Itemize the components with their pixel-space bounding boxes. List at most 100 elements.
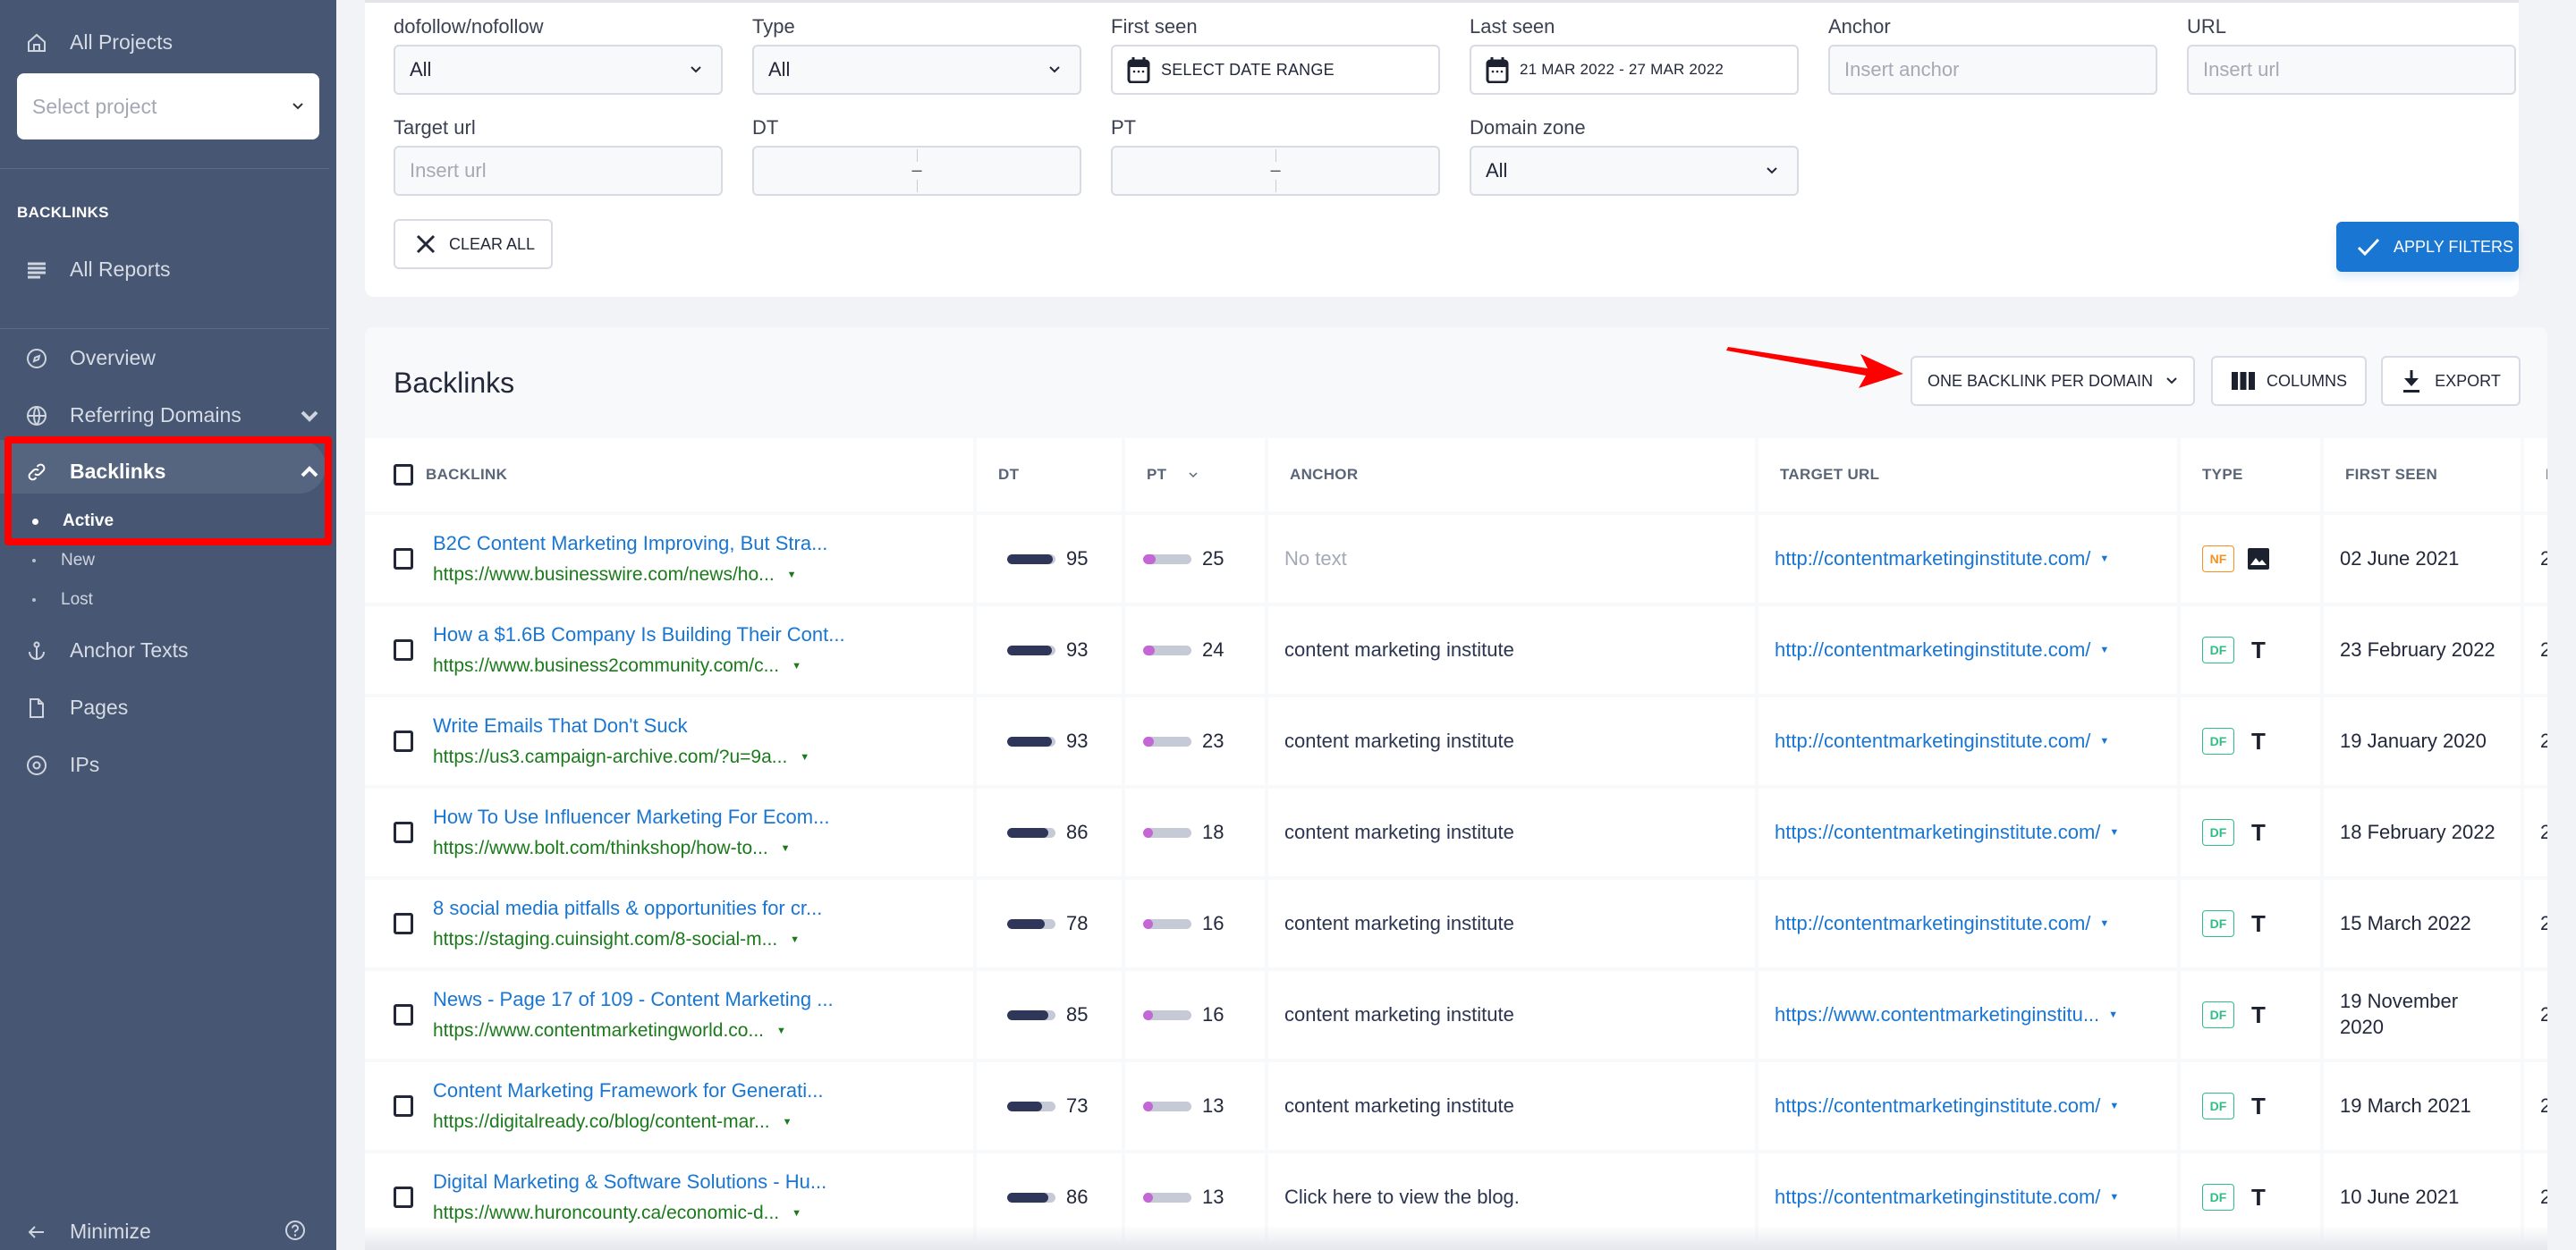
clear-all-button[interactable]: CLEAR ALL bbox=[394, 219, 553, 269]
row-checkbox[interactable] bbox=[394, 731, 413, 752]
column-header-first-seen[interactable]: FIRST SEEN bbox=[2324, 438, 2521, 511]
download-icon bbox=[2403, 370, 2420, 393]
pt-value: 25 bbox=[1202, 547, 1224, 570]
sidebar-item-referring-domains[interactable]: Referring Domains bbox=[25, 403, 318, 427]
sidebar-item-pages[interactable]: Pages bbox=[25, 696, 128, 720]
row-checkbox[interactable] bbox=[394, 1187, 413, 1208]
sidebar-item-anchor-texts[interactable]: Anchor Texts bbox=[25, 638, 189, 663]
pt-bar-fill bbox=[1143, 827, 1153, 838]
backlink-title-link[interactable]: Digital Marketing & Software Solutions -… bbox=[433, 1170, 826, 1194]
domain-zone-select[interactable]: All bbox=[1470, 146, 1799, 196]
backlink-title-link[interactable]: 8 social media pitfalls & opportunities … bbox=[433, 897, 822, 920]
target-url-link[interactable]: https://www.contentmarketinginstitu... ▼ bbox=[1758, 1003, 2118, 1026]
last-seen-date-picker[interactable]: 21 MAR 2022 - 27 MAR 2022 bbox=[1470, 45, 1799, 95]
anchor-label: Anchor bbox=[1828, 15, 1891, 38]
backlink-title-link[interactable]: B2C Content Marketing Improving, But Str… bbox=[433, 532, 827, 555]
image-icon bbox=[2247, 547, 2270, 570]
row-checkbox[interactable] bbox=[394, 1004, 413, 1026]
target-url-label: Target url bbox=[394, 116, 476, 139]
select-all-checkbox[interactable] bbox=[394, 464, 413, 486]
row-checkbox[interactable] bbox=[394, 913, 413, 934]
target-url-link[interactable]: https://contentmarketinginstitute.com/ ▼ bbox=[1758, 1094, 2119, 1118]
sidebar-subitem-new[interactable]: New bbox=[32, 551, 95, 570]
backlink-cell: Content Marketing Framework for Generati… bbox=[365, 1062, 973, 1150]
column-header-backlink[interactable]: BACKLINK bbox=[365, 438, 973, 511]
backlink-title-link[interactable]: News - Page 17 of 109 - Content Marketin… bbox=[433, 988, 834, 1011]
sidebar-subitem-lost[interactable]: Lost bbox=[32, 590, 93, 610]
last-seen-cell: 21 bbox=[2524, 1062, 2547, 1150]
sidebar-item-overview[interactable]: Overview bbox=[25, 346, 156, 370]
column-header-dt[interactable]: DT bbox=[977, 438, 1122, 511]
backlink-title-link[interactable]: How To Use Influencer Marketing For Ecom… bbox=[433, 806, 829, 829]
sidebar-subitem-active[interactable]: Active bbox=[32, 511, 114, 531]
row-checkbox[interactable] bbox=[394, 639, 413, 661]
target-url-placeholder: Insert url bbox=[410, 159, 487, 182]
backlink-url-link[interactable]: https://www.huroncounty.ca/economic-d...… bbox=[433, 1203, 826, 1224]
anchor-input[interactable]: Insert anchor bbox=[1828, 45, 2157, 95]
backlink-url-link[interactable]: https://www.business2community.com/c... ▼ bbox=[433, 655, 845, 677]
dofollow-select[interactable]: All bbox=[394, 45, 723, 95]
row-checkbox[interactable] bbox=[394, 822, 413, 843]
column-header-anchor[interactable]: ANCHOR bbox=[1268, 438, 1755, 511]
anchor-text: No text bbox=[1284, 547, 1347, 570]
target-url-input[interactable]: Insert url bbox=[394, 146, 723, 196]
target-url-link[interactable]: http://contentmarketinginstitute.com/ ▼ bbox=[1758, 547, 2109, 570]
url-input[interactable]: Insert url bbox=[2187, 45, 2516, 95]
column-header-target-url[interactable]: TARGET URL bbox=[1758, 438, 2177, 511]
pt-value: 23 bbox=[1202, 730, 1224, 752]
last-seen-value: 21 MAR 2022 - 27 MAR 2022 bbox=[1520, 61, 1724, 78]
backlink-title-link[interactable]: How a $1.6B Company Is Building Their Co… bbox=[433, 623, 845, 646]
row-checkbox[interactable] bbox=[394, 1095, 413, 1117]
sidebar-item-all-reports[interactable]: All Reports bbox=[25, 258, 170, 282]
apply-filters-button[interactable]: APPLY FILTERS bbox=[2336, 222, 2519, 272]
dofollow-label: dofollow/nofollow bbox=[394, 15, 544, 38]
columns-icon bbox=[2231, 372, 2255, 390]
type-select[interactable]: All bbox=[752, 45, 1081, 95]
first-seen-date-picker[interactable]: SELECT DATE RANGE bbox=[1111, 45, 1440, 95]
type-cell: DF T bbox=[2181, 606, 2320, 694]
export-button[interactable]: EXPORT bbox=[2381, 356, 2521, 406]
sidebar-item-ips[interactable]: IPs bbox=[25, 753, 99, 777]
anchor-text: content marketing institute bbox=[1284, 638, 1514, 661]
column-header-type[interactable]: TYPE bbox=[2181, 438, 2320, 511]
all-projects-link[interactable]: All Projects bbox=[25, 30, 173, 55]
chevron-down-icon bbox=[301, 410, 318, 422]
backlink-title-link[interactable]: Content Marketing Framework for Generati… bbox=[433, 1079, 824, 1102]
target-url-link[interactable]: https://contentmarketinginstitute.com/ ▼ bbox=[1758, 1186, 2119, 1209]
sort-chevron-icon bbox=[1189, 472, 1198, 478]
backlink-cell: How To Use Influencer Marketing For Ecom… bbox=[365, 789, 973, 876]
sidebar-divider bbox=[0, 168, 329, 169]
target-url-link[interactable]: http://contentmarketinginstitute.com/ ▼ bbox=[1758, 638, 2109, 662]
last-seen-date: 25 bbox=[2540, 1003, 2547, 1026]
dt-bar bbox=[1007, 1009, 1055, 1020]
target-url-link[interactable]: http://contentmarketinginstitute.com/ ▼ bbox=[1758, 730, 2109, 753]
anchor-cell: content marketing institute bbox=[1268, 697, 1755, 785]
sidebar-item-backlinks[interactable]: Backlinks bbox=[25, 460, 318, 484]
one-backlink-per-domain-dropdown[interactable]: ONE BACKLINK PER DOMAIN bbox=[1911, 356, 2195, 406]
backlink-title-link[interactable]: Write Emails That Don't Suck bbox=[433, 714, 809, 738]
dt-range-input[interactable]: – bbox=[752, 146, 1081, 196]
columns-button[interactable]: COLUMNS bbox=[2211, 356, 2367, 406]
minimize-button[interactable]: Minimize bbox=[25, 1220, 311, 1244]
target-url-link[interactable]: https://contentmarketinginstitute.com/ ▼ bbox=[1758, 821, 2119, 844]
pt-bar bbox=[1143, 645, 1191, 655]
type-cell: NF bbox=[2181, 515, 2320, 603]
type-cell: DF T bbox=[2181, 1062, 2320, 1150]
backlink-url-link[interactable]: https://us3.campaign-archive.com/?u=9a..… bbox=[433, 747, 809, 768]
first-seen-cell: 02 June 2021 bbox=[2324, 515, 2521, 603]
backlink-url-link[interactable]: https://www.contentmarketingworld.co... ▼ bbox=[433, 1020, 834, 1042]
pt-value: 24 bbox=[1202, 638, 1224, 661]
column-header-pt[interactable]: PT bbox=[1125, 438, 1265, 511]
backlink-url-link[interactable]: https://digitalready.co/blog/content-mar… bbox=[433, 1111, 824, 1133]
target-url-cell: https://www.contentmarketinginstitu... ▼ bbox=[1758, 971, 2177, 1059]
project-select[interactable]: Select project bbox=[17, 73, 319, 139]
pt-range-input[interactable]: – bbox=[1111, 146, 1440, 196]
backlink-url-link[interactable]: https://www.bolt.com/thinkshop/how-to...… bbox=[433, 838, 829, 859]
target-url-link[interactable]: http://contentmarketinginstitute.com/ ▼ bbox=[1758, 912, 2109, 935]
backlink-url-link[interactable]: https://staging.cuinsight.com/8-social-m… bbox=[433, 929, 822, 950]
help-icon[interactable] bbox=[284, 1220, 306, 1241]
column-header-last-seen[interactable]: LA bbox=[2524, 438, 2547, 511]
backlink-url-link[interactable]: https://www.businesswire.com/news/ho... ▼ bbox=[433, 564, 827, 586]
row-checkbox[interactable] bbox=[394, 548, 413, 570]
pages-label: Pages bbox=[70, 696, 129, 719]
